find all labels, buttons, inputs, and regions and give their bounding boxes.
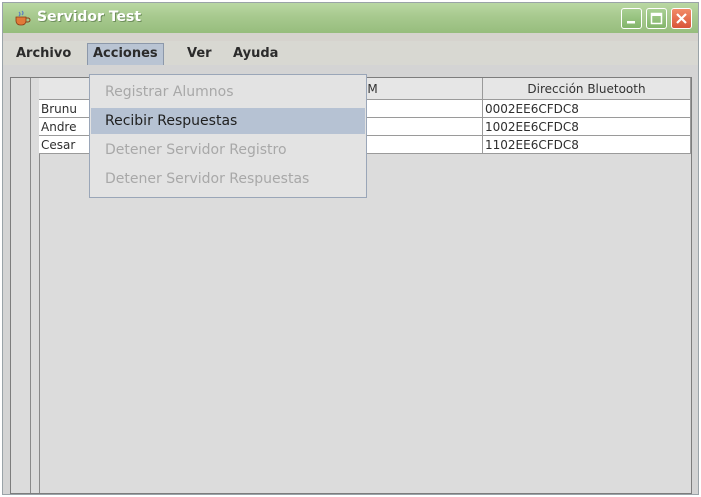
minimize-icon (627, 21, 635, 24)
menu-item-detener-servidor-respuestas[interactable]: Detener Servidor Respuestas (91, 166, 365, 192)
menu-archivo[interactable]: Archivo (11, 43, 76, 65)
close-button[interactable] (671, 8, 692, 29)
close-icon (676, 13, 687, 24)
acciones-dropdown-menu: Registrar Alumnos Recibir Respuestas Det… (89, 74, 367, 198)
menu-ayuda[interactable]: Ayuda (228, 43, 283, 65)
row-header-divider (30, 78, 31, 493)
maximize-icon (650, 12, 663, 25)
menu-acciones[interactable]: Acciones (87, 43, 164, 65)
minimize-button[interactable] (621, 8, 642, 29)
menu-item-registrar-alumnos[interactable]: Registrar Alumnos (91, 79, 365, 105)
cell-bluetooth[interactable]: 0002EE6CFDC8 (483, 100, 691, 118)
menu-item-detener-servidor-registro[interactable]: Detener Servidor Registro (91, 137, 365, 163)
maximize-button[interactable] (646, 8, 667, 29)
app-window: Servidor Test Archivo Acciones Ver Ayuda (2, 2, 699, 495)
cell-usm[interactable] (351, 100, 483, 118)
menu-ver[interactable]: Ver (182, 43, 217, 65)
cell-usm[interactable] (351, 118, 483, 136)
cell-usm[interactable] (351, 136, 483, 154)
title-bar[interactable]: Servidor Test (3, 3, 698, 33)
menu-bar: Archivo Acciones Ver Ayuda (3, 41, 698, 65)
cell-bluetooth[interactable]: 1102EE6CFDC8 (483, 136, 691, 154)
window-title: Servidor Test (37, 9, 142, 25)
column-header-bluetooth[interactable]: Dirección Bluetooth (483, 78, 691, 100)
cell-bluetooth[interactable]: 1002EE6CFDC8 (483, 118, 691, 136)
java-cup-icon (15, 10, 31, 26)
menu-item-recibir-respuestas[interactable]: Recibir Respuestas (91, 108, 365, 134)
column-header-usm[interactable]: USM (351, 78, 483, 100)
